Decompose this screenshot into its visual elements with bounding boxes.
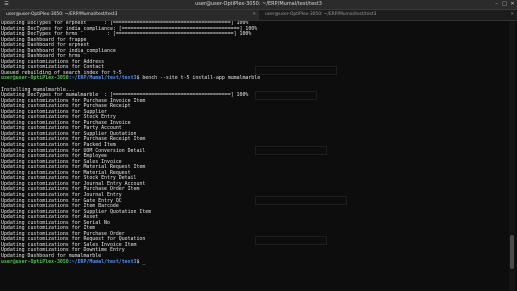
- prompt-path: :~/ERP/Mumal/test/test3: [68, 75, 137, 82]
- tab-terminal-2[interactable]: user@user-OptiPlex-3050: ~/ERP/Mumal/tes…: [259, 10, 517, 20]
- scrollbar[interactable]: [509, 21, 515, 291]
- tab-bar: user@user-OptiPlex-3050: ~/ERP/Mumal/tes…: [0, 10, 517, 21]
- terminal-window: ☰ user@user-OptiPlex-3050: ~/ERP/Mumal/t…: [0, 0, 517, 291]
- scrollbar-thumb[interactable]: [510, 235, 514, 269]
- command-text: bench --site t-5 install-app mumalmarble: [142, 75, 261, 82]
- prompt-user: user@user-OptiPlex-3050: [1, 258, 69, 265]
- terminal-output[interactable]: Updating DocTypes for erpnext : [=======…: [0, 21, 506, 291]
- prompt-path: :~/ERP/Mumal/test/test3: [68, 258, 137, 265]
- close-icon[interactable]: ✕: [510, 2, 515, 7]
- tab-terminal-1[interactable]: user@user-OptiPlex-3050: ~/ERP/Mumal/tes…: [0, 10, 259, 20]
- maximize-icon[interactable]: □: [502, 2, 507, 7]
- active-prompt-line: user@user-OptiPlex-3050:~/ERP/Mumal/test…: [1, 258, 506, 266]
- minimize-icon[interactable]: –: [494, 2, 499, 7]
- prompt-user: user@user-OptiPlex-3050: [1, 75, 69, 82]
- tab-close-icon[interactable]: ✕: [510, 10, 514, 20]
- tab-label: user@user-OptiPlex-3050: ~/ERP/Mumal/tes…: [6, 12, 118, 17]
- title-bar[interactable]: ☰ user@user-OptiPlex-3050: ~/ERP/Mumal/t…: [0, 0, 517, 10]
- tab-label: user@user-OptiPlex-3050: ~/ERP/Mumal/tes…: [265, 12, 377, 17]
- window-title: user@user-OptiPlex-3050: ~/ERP/Mumal/tes…: [195, 1, 322, 7]
- terminal-cursor: _: [142, 258, 146, 265]
- tab-close-icon[interactable]: ✕: [252, 10, 256, 20]
